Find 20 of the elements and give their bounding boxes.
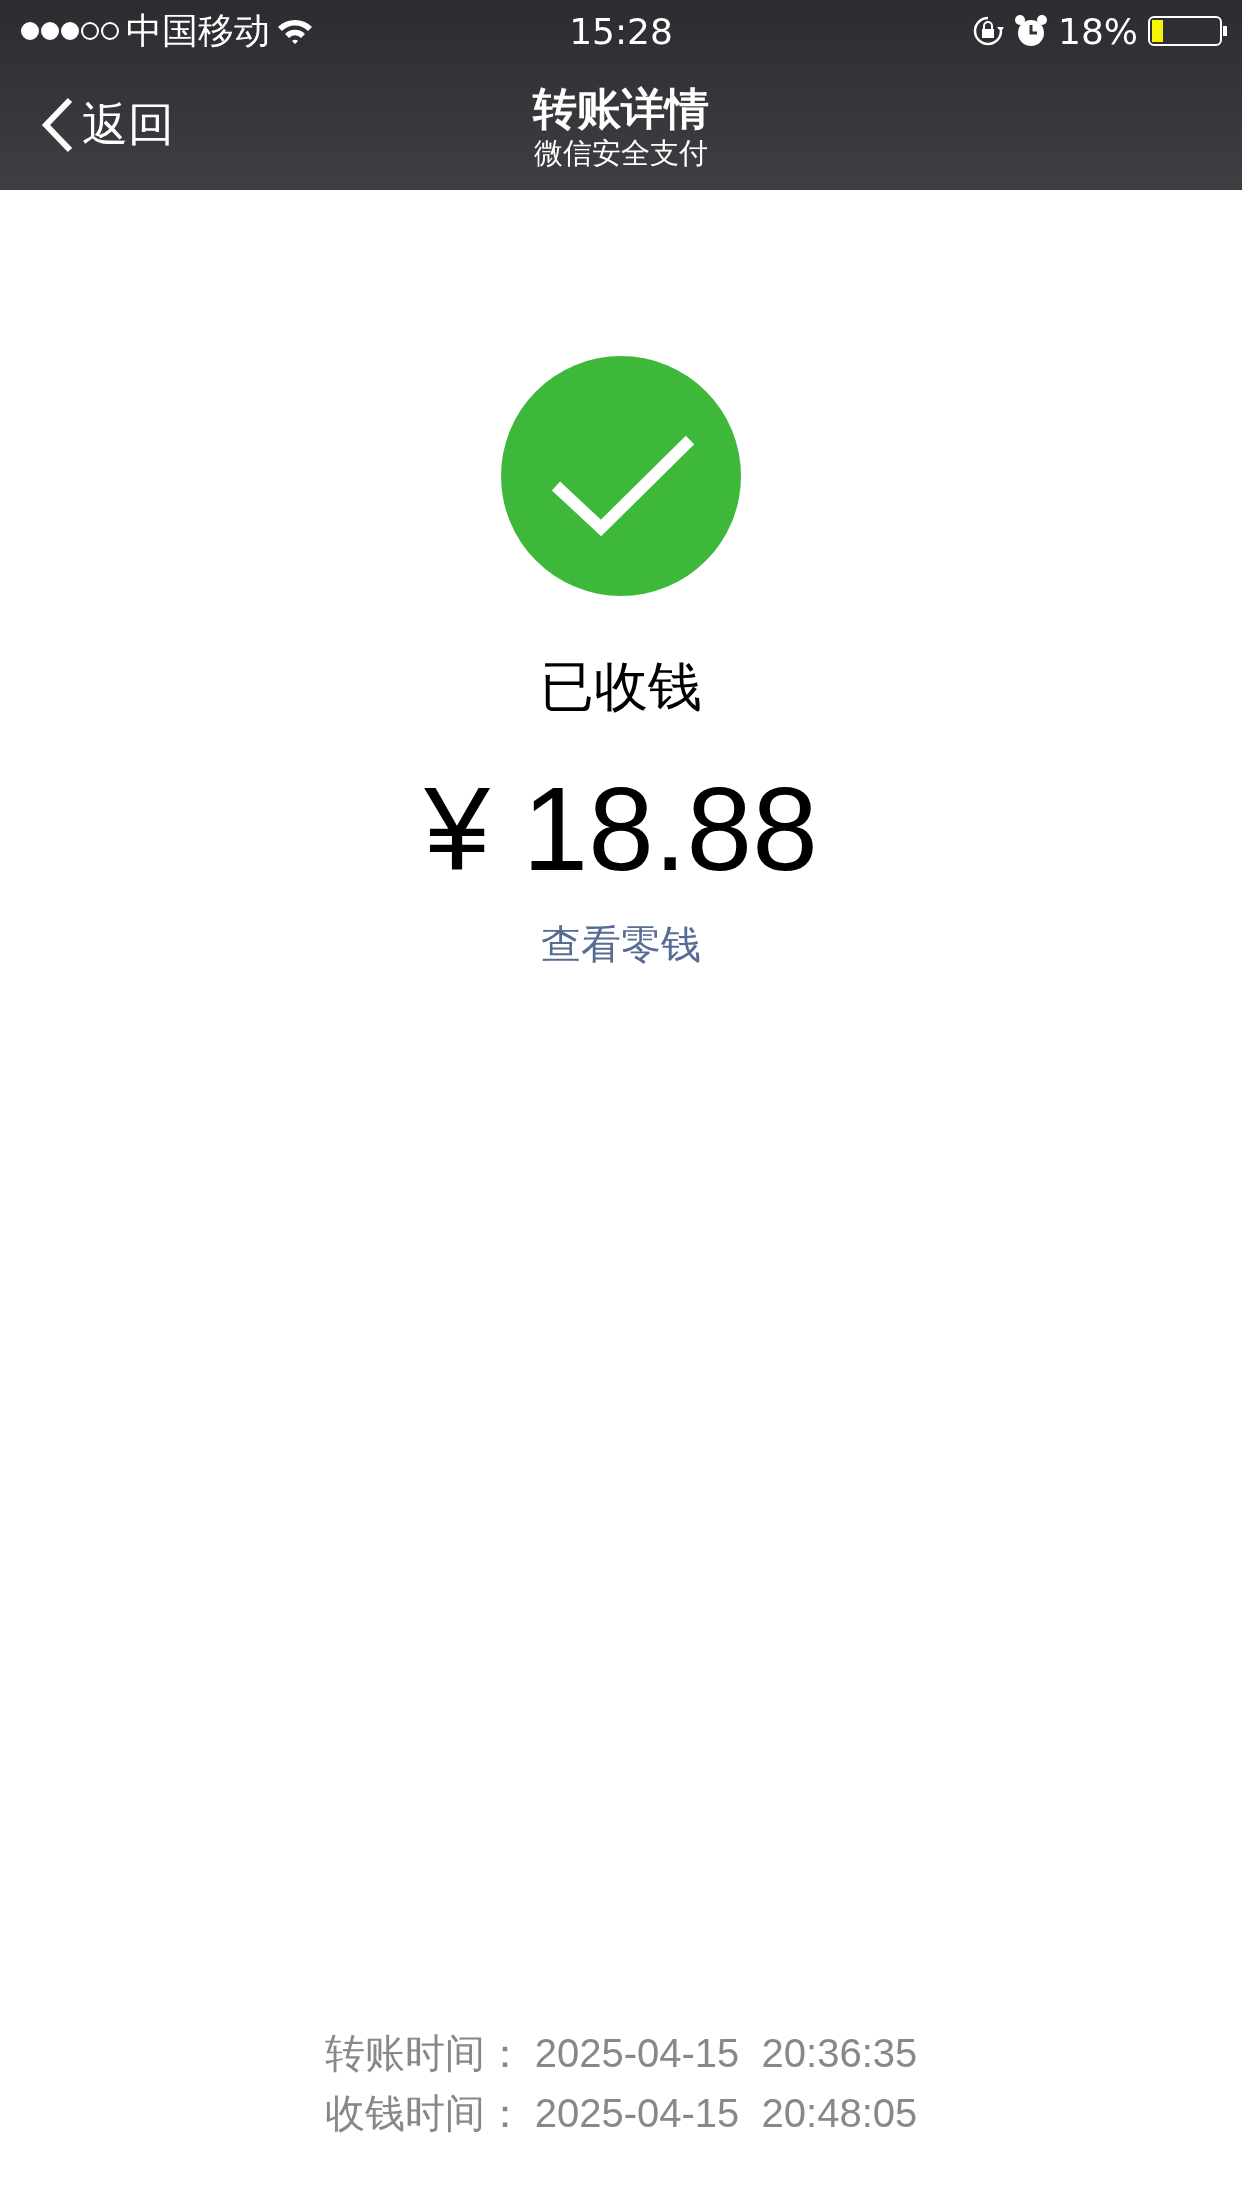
detail-value: 2025-04-15 20:36:35: [534, 2030, 918, 2076]
page-title: 转账详情: [533, 82, 709, 137]
chevron-left-icon: [40, 97, 74, 153]
back-button[interactable]: 返回: [0, 94, 174, 156]
detail-label: 转账时间：: [324, 2028, 525, 2078]
detail-value: 2025-04-15 20:48:05: [534, 2090, 918, 2136]
page-subtitle: 微信安全支付: [534, 136, 708, 171]
wifi-icon: [276, 17, 314, 45]
view-balance-link[interactable]: 查看零钱: [541, 918, 701, 969]
rotation-lock-icon: [972, 15, 1004, 47]
battery-icon: [1148, 15, 1228, 47]
signal-icon: [20, 21, 120, 41]
check-icon: [501, 356, 741, 596]
carrier-name: 中国移动: [126, 8, 270, 53]
amount: ¥ 18.88: [424, 764, 818, 895]
detail-label: 收钱时间：: [324, 2088, 525, 2138]
battery-percentage: 18%: [1058, 10, 1138, 52]
clock-time: 15:28: [569, 10, 673, 52]
alarm-icon: [1014, 14, 1048, 48]
payment-status: 已收钱: [540, 655, 702, 720]
